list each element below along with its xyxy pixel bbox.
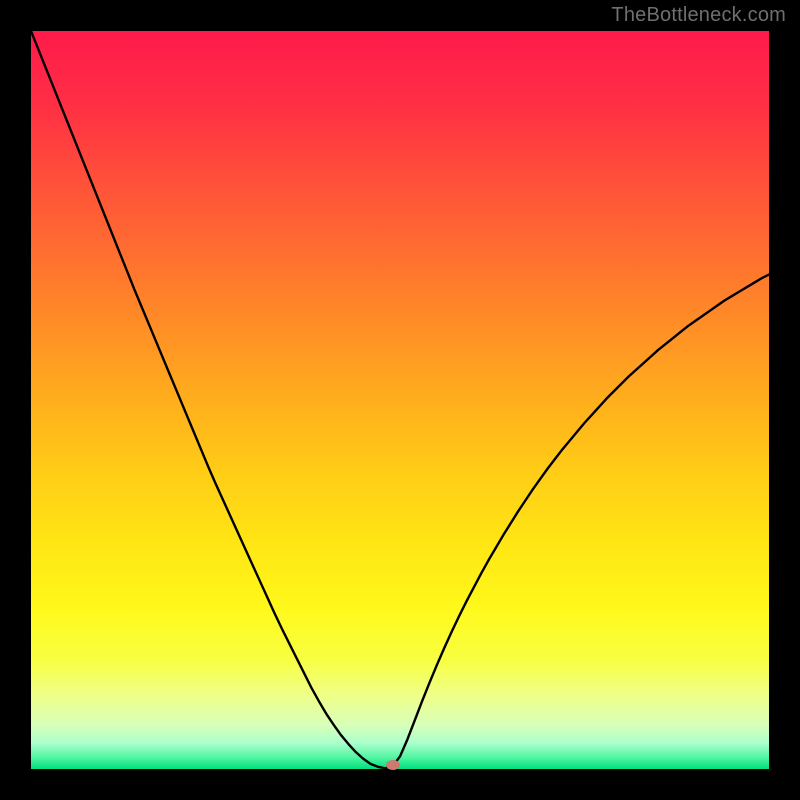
chart-frame: TheBottleneck.com	[0, 0, 800, 800]
chart-marker-dot	[386, 760, 400, 770]
chart-background-gradient	[31, 31, 769, 769]
watermark-text: TheBottleneck.com	[611, 4, 786, 27]
